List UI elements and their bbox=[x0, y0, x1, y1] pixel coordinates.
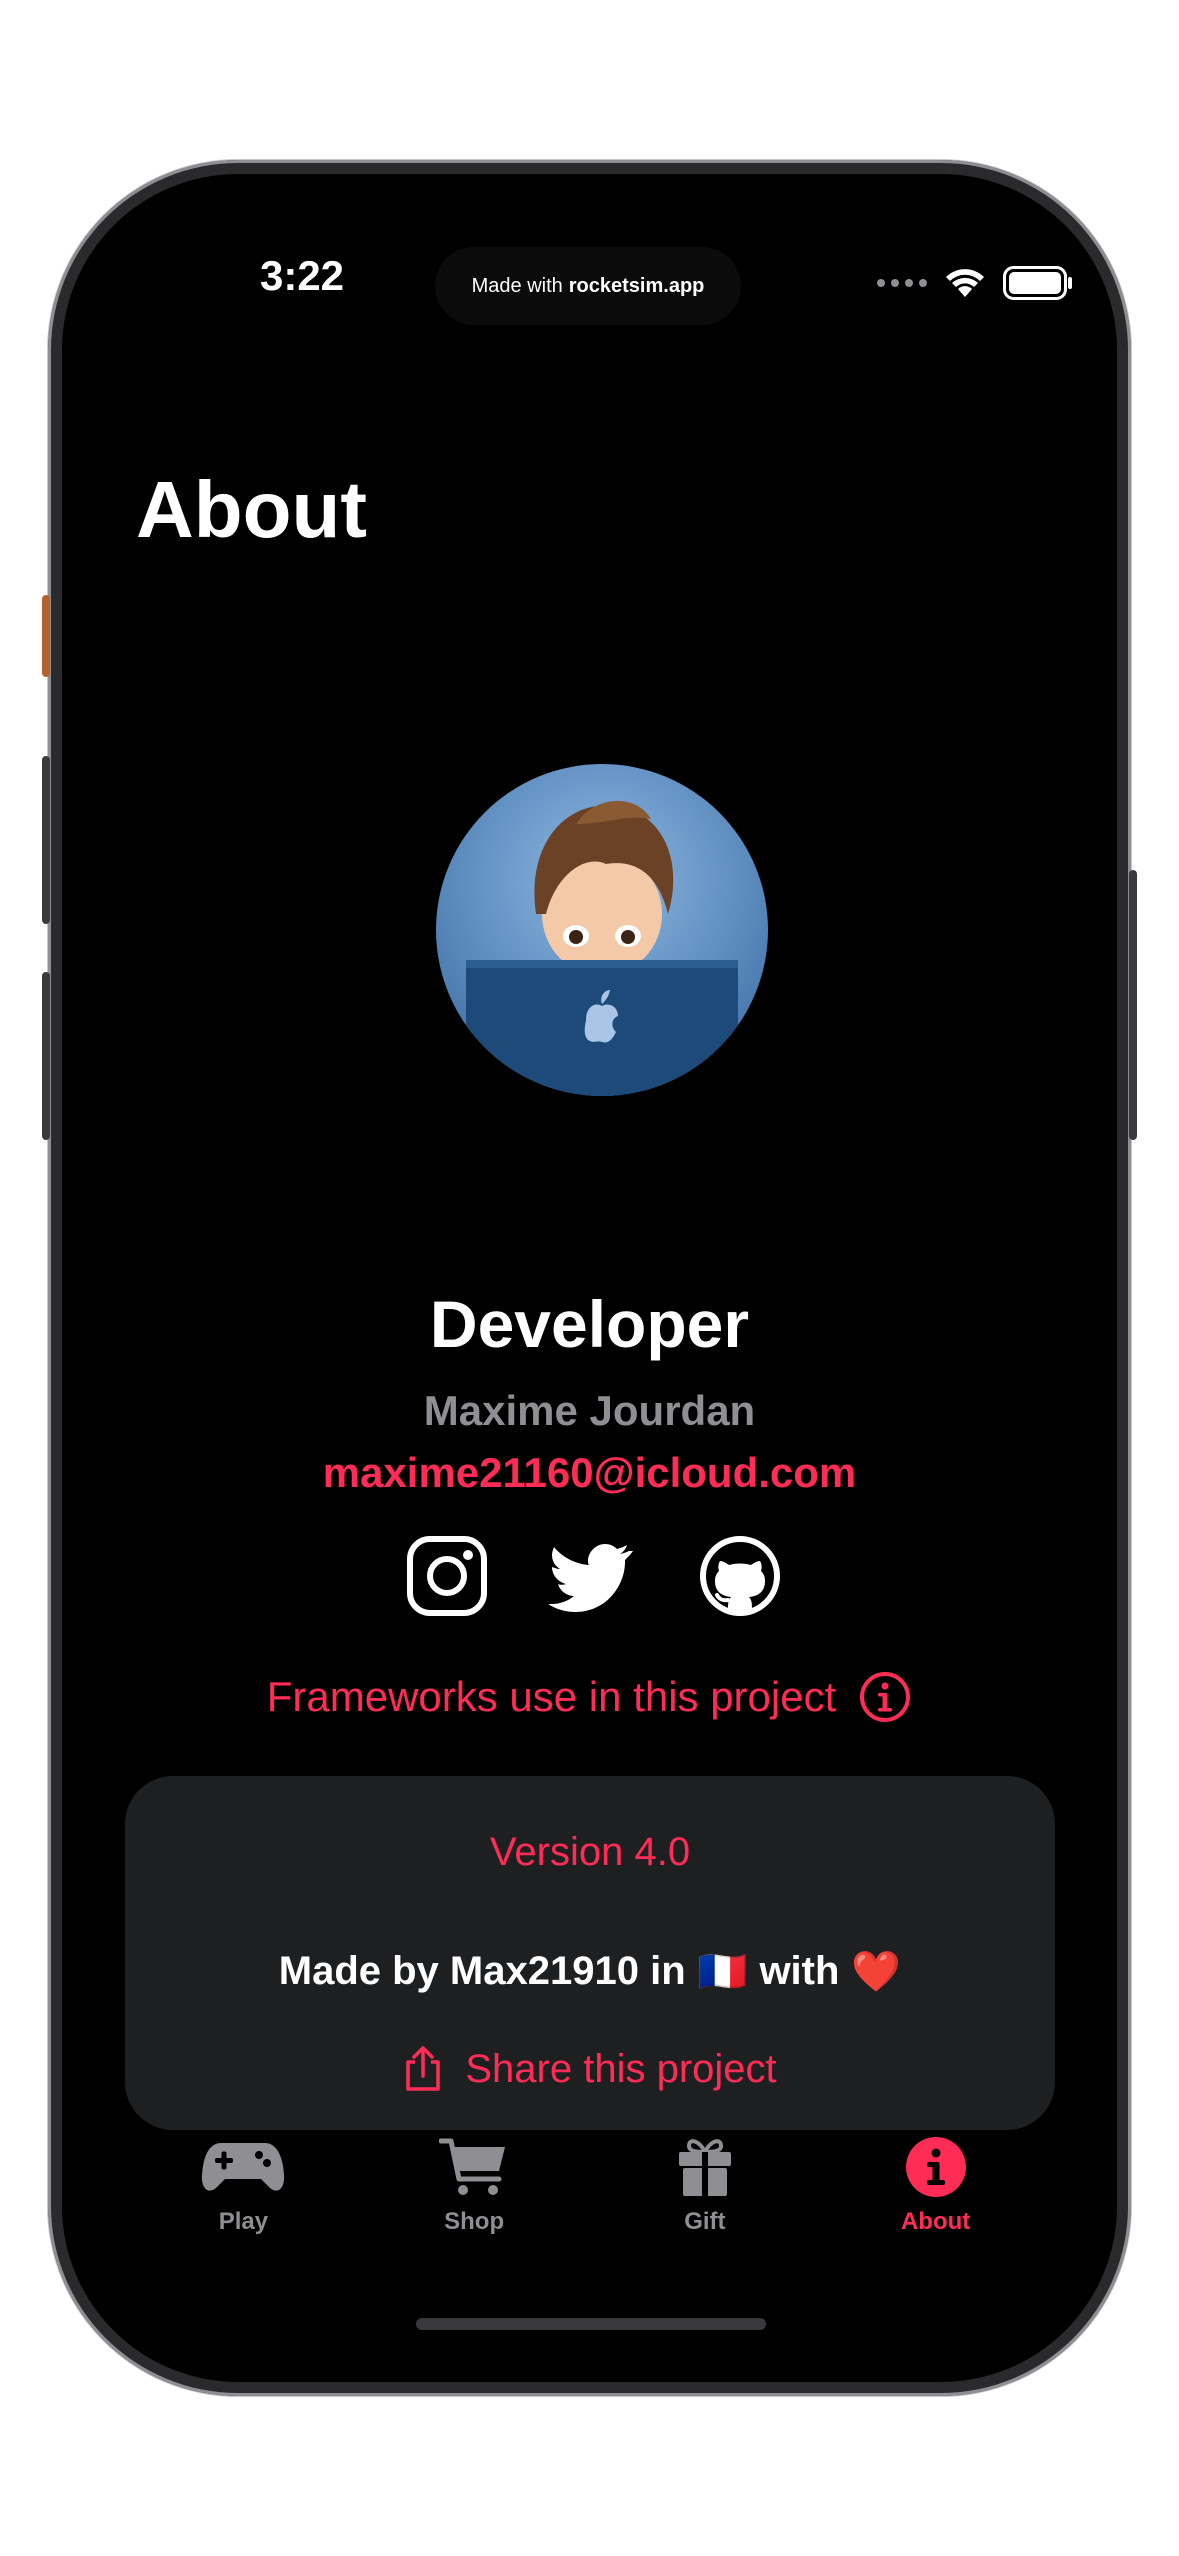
home-indicator[interactable] bbox=[416, 2318, 766, 2330]
page: 3:22 Made with rocketsim.app About Devel… bbox=[0, 0, 1179, 2556]
screen: 3:22 Made with rocketsim.app About Devel… bbox=[62, 174, 1117, 2382]
dynamic-island: Made with rocketsim.app bbox=[435, 247, 741, 325]
action-button bbox=[42, 595, 50, 677]
island-brand: rocketsim.app bbox=[568, 274, 705, 297]
developer-email-link[interactable]: maxime21160@icloud.com bbox=[62, 1449, 1117, 1497]
tab-label: Play bbox=[218, 2208, 269, 2235]
gift-icon bbox=[678, 2139, 731, 2196]
cart-icon bbox=[439, 2138, 506, 2195]
tab-label: Shop bbox=[444, 2208, 505, 2235]
instagram-icon[interactable] bbox=[405, 1534, 489, 1618]
status-time: 3:22 bbox=[259, 252, 345, 299]
made-by-with: with bbox=[759, 1949, 840, 1993]
gamecontroller-icon bbox=[202, 2143, 285, 2191]
tab-label: About bbox=[900, 2208, 971, 2235]
version-label: Version 4.0 bbox=[489, 1830, 691, 1874]
github-icon[interactable] bbox=[698, 1534, 782, 1618]
share-project-button[interactable]: Share this project bbox=[125, 2046, 1055, 2092]
volume-up-button bbox=[42, 756, 50, 924]
developer-name: Maxime Jourdan bbox=[423, 1387, 756, 1434]
tab-shop[interactable]: Shop bbox=[384, 2134, 564, 2264]
share-label: Share this project bbox=[465, 2046, 777, 2091]
wifi-icon bbox=[946, 269, 984, 297]
share-icon bbox=[406, 2046, 441, 2091]
status-indicators bbox=[877, 266, 1073, 300]
tab-bar: Play Shop Gift About bbox=[62, 2134, 1117, 2264]
made-by-text: Made by Max21910 in bbox=[278, 1949, 686, 1993]
developer-title: Developer bbox=[429, 1287, 750, 1361]
page-title: About bbox=[136, 465, 368, 554]
tab-about[interactable]: About bbox=[846, 2134, 1026, 2264]
info-icon bbox=[905, 2137, 966, 2197]
tab-label: Gift bbox=[684, 2208, 726, 2235]
heart-icon: ❤️ bbox=[851, 1950, 902, 1994]
info-circle-icon bbox=[860, 1672, 911, 1722]
frameworks-link[interactable]: Frameworks use in this project bbox=[62, 1670, 1117, 1724]
made-by-line: Made by Max21910 in 🇫🇷 with ❤️ bbox=[125, 1948, 1055, 1995]
volume-down-button bbox=[42, 972, 50, 1140]
island-prefix: Made with bbox=[471, 274, 563, 297]
twitter-icon[interactable] bbox=[549, 1534, 633, 1618]
power-button bbox=[1129, 870, 1137, 1140]
battery-icon bbox=[1003, 266, 1072, 300]
frameworks-label: Frameworks use in this project bbox=[266, 1673, 837, 1720]
avatar bbox=[436, 764, 768, 1096]
tab-gift[interactable]: Gift bbox=[615, 2134, 795, 2264]
france-flag-icon: 🇫🇷 bbox=[697, 1950, 748, 1994]
info-card: Version 4.0 Made by Max21910 in 🇫🇷 with … bbox=[125, 1776, 1055, 2130]
tab-play[interactable]: Play bbox=[153, 2134, 333, 2264]
signal-dots-icon bbox=[877, 279, 927, 287]
